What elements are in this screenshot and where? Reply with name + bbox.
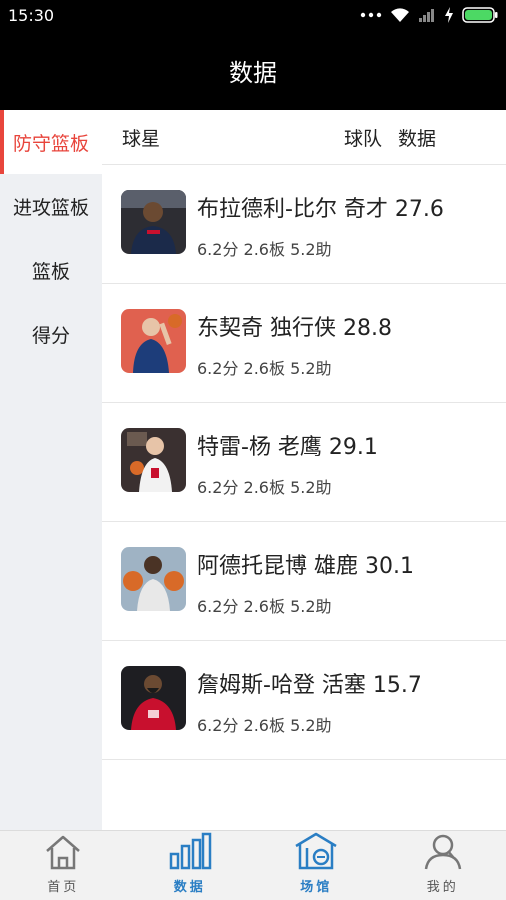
player-title: 东契奇 独行侠 28.8 [197, 316, 392, 341]
signal-icon [418, 8, 436, 22]
player-avatar-icon [121, 428, 186, 492]
list-item[interactable]: 詹姆斯-哈登 活塞 15.7 6.2分 2.6板 5.2助 [102, 641, 506, 760]
player-title: 特雷-杨 老鹰 29.1 [197, 435, 378, 460]
sidebar-item-label: 篮板 [31, 260, 70, 283]
player-stats: 6.2分 2.6板 5.2助 [197, 478, 332, 497]
player-avatar-icon [121, 190, 186, 254]
tab-label: 场馆 [300, 880, 333, 895]
sidebar-item-label: 进攻篮板 [12, 196, 89, 219]
player-stats: 6.2分 2.6板 5.2助 [197, 240, 332, 259]
sidebar-item-label: 防守篮板 [12, 132, 89, 155]
status-bar: 15:30 [0, 0, 506, 30]
tab-venue[interactable]: 场馆 [253, 831, 380, 900]
home-icon [43, 834, 83, 874]
player-title: 詹姆斯-哈登 活塞 15.7 [197, 673, 422, 698]
sidebar-item-label: 得分 [31, 324, 70, 347]
player-avatar-icon [121, 309, 186, 373]
player-title: 布拉德利-比尔 奇才 27.6 [197, 197, 444, 222]
tab-label: 首页 [47, 880, 80, 895]
title-bar: 数据 [0, 30, 506, 110]
category-sidebar: 防守篮板 进攻篮板 篮板 得分 [0, 110, 102, 830]
player-list: 布拉德利-比尔 奇才 27.6 6.2分 2.6板 5.2助 东契奇 独行侠 2… [102, 165, 506, 830]
list-item[interactable]: 布拉德利-比尔 奇才 27.6 6.2分 2.6板 5.2助 [102, 165, 506, 284]
bottom-tab-bar: 首页 数据 场馆 我的 [0, 830, 506, 900]
column-header-data: 数据 [398, 127, 437, 150]
player-stats: 6.2分 2.6板 5.2助 [197, 597, 332, 616]
venue-icon [294, 832, 338, 874]
player-avatar-icon [121, 666, 186, 730]
more-dots-icon [360, 11, 382, 19]
player-title: 阿德托昆博 雄鹿 30.1 [197, 554, 414, 579]
column-header-team: 球队 [344, 127, 383, 150]
bar-chart-icon [168, 832, 212, 874]
player-avatar-icon [121, 547, 186, 611]
list-item[interactable]: 东契奇 独行侠 28.8 6.2分 2.6板 5.2助 [102, 284, 506, 403]
sidebar-item-points[interactable]: 得分 [0, 302, 102, 366]
battery-icon [462, 7, 498, 23]
column-header-player: 球星 [122, 127, 161, 150]
status-time: 15:30 [8, 5, 55, 25]
tab-label: 数据 [173, 880, 206, 895]
user-icon [423, 832, 463, 874]
tab-data[interactable]: 数据 [127, 831, 254, 900]
player-stats: 6.2分 2.6板 5.2助 [197, 359, 332, 378]
list-item[interactable]: 阿德托昆博 雄鹿 30.1 6.2分 2.6板 5.2助 [102, 522, 506, 641]
wifi-icon [390, 7, 410, 23]
tab-home[interactable]: 首页 [0, 831, 127, 900]
sidebar-item-offensive-rebounds[interactable]: 进攻篮板 [0, 174, 102, 238]
tab-label: 我的 [426, 880, 459, 895]
list-item[interactable]: 特雷-杨 老鹰 29.1 6.2分 2.6板 5.2助 [102, 403, 506, 522]
charging-icon [444, 7, 454, 23]
status-icons [360, 7, 498, 23]
page-title: 数据 [229, 58, 277, 87]
player-stats: 6.2分 2.6板 5.2助 [197, 716, 332, 735]
sidebar-item-rebounds[interactable]: 篮板 [0, 238, 102, 302]
tab-profile[interactable]: 我的 [380, 831, 506, 900]
list-header: 球星 球队 数据 [102, 110, 506, 165]
sidebar-item-defensive-rebounds[interactable]: 防守篮板 [0, 110, 102, 174]
